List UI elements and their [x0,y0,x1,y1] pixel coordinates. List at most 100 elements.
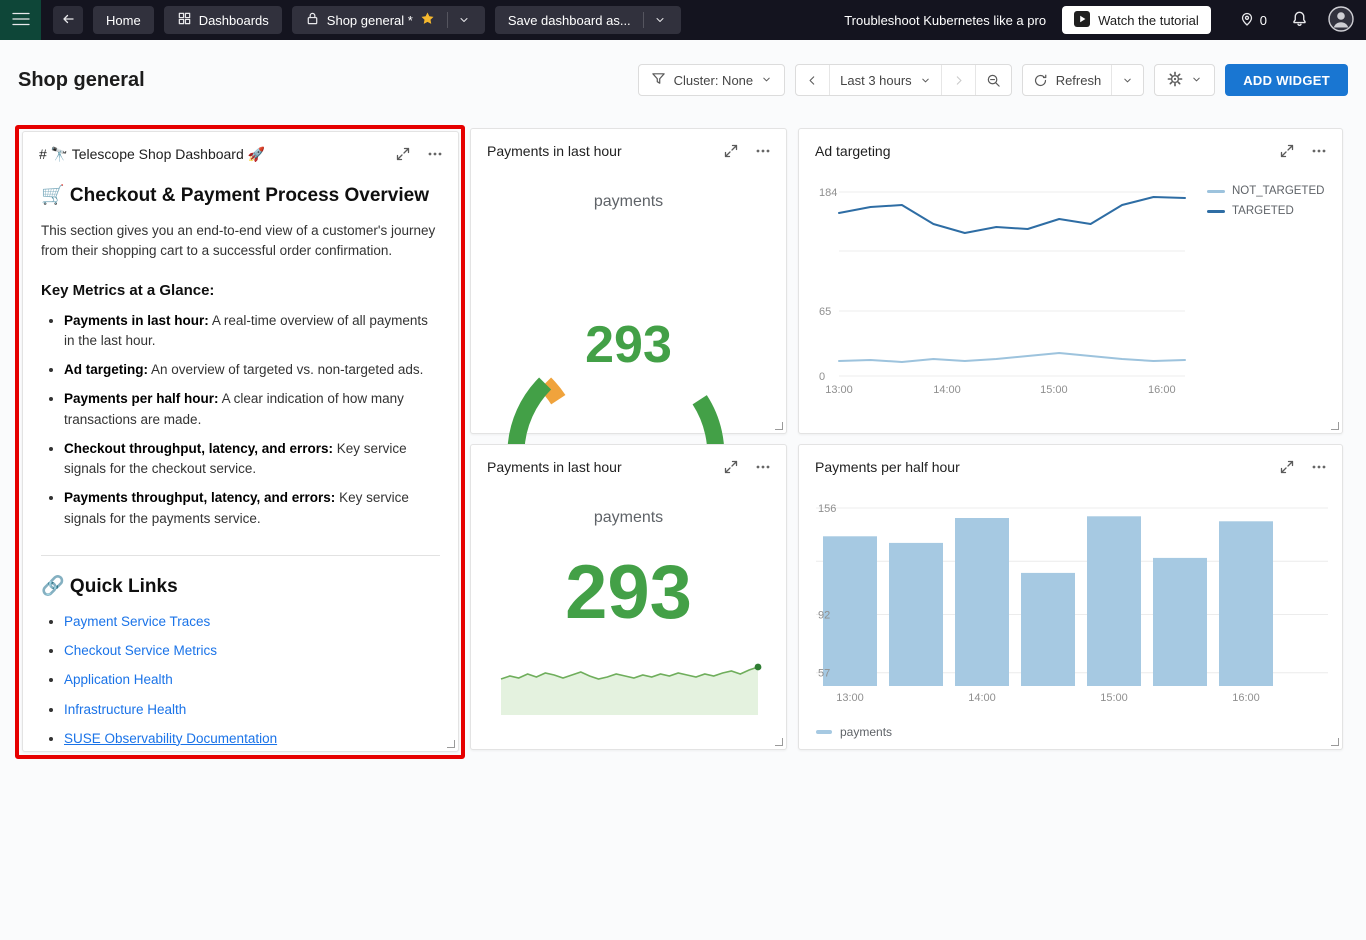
legend-label: NOT_TARGETED [1232,185,1324,197]
svg-text:156: 156 [818,503,836,515]
payments-gauge-widget: Payments in last hour payments 293 [470,128,787,434]
list-item: Infrastructure Health [64,700,440,720]
link-application-health[interactable]: Application Health [64,672,173,687]
expand-widget-button[interactable] [722,142,740,160]
widget-menu-button[interactable] [1310,458,1328,476]
svg-text:16:00: 16:00 [1148,384,1176,396]
svg-text:57: 57 [818,668,830,680]
list-item: Checkout throughput, latency, and errors… [64,439,440,480]
resize-handle[interactable] [1331,422,1339,430]
legend-label: payments [840,725,892,739]
button-divider [447,12,448,28]
cluster-filter-label: Cluster: None [674,73,753,88]
expand-widget-button[interactable] [1278,458,1296,476]
widget-menu-button[interactable] [754,458,772,476]
widget-title: Payments in last hour [487,459,622,475]
ellipsis-icon [1311,143,1327,159]
metrics-heading: Key Metrics at a Glance: [41,282,440,299]
cluster-filter-button[interactable]: Cluster: None [638,64,785,96]
ellipsis-icon [1311,459,1327,475]
expand-widget-button[interactable] [394,145,412,163]
legend-label: TARGETED [1232,205,1294,217]
bar-chart: 156925713:0014:0015:0016:00 [816,500,1336,706]
gauge-value: 293 [471,315,786,375]
link-payment-service-traces[interactable]: Payment Service Traces [64,614,210,629]
resize-handle[interactable] [775,738,783,746]
list-item: Ad targeting: An overview of targeted vs… [64,360,440,380]
svg-text:65: 65 [819,306,831,318]
widget-title: Payments in last hour [487,143,622,159]
resize-handle[interactable] [447,740,455,748]
user-avatar[interactable] [1328,6,1354,35]
favorite-star-icon[interactable] [420,11,435,29]
save-as-label: Save dashboard as... [508,13,631,28]
gear-icon [1167,71,1183,90]
time-range-group: Last 3 hours [795,64,1012,96]
pin-icon [1239,11,1255,30]
sparkline-chart [501,657,758,715]
list-item: SUSE Observability Documentation [64,729,440,749]
quick-links-heading: 🔗 Quick Links [41,574,440,598]
arrow-left-icon [60,11,76,30]
pinned-items-indicator[interactable]: 0 [1239,11,1267,30]
legend-swatch [1207,190,1225,193]
widget-menu-button[interactable] [426,145,444,163]
widget-menu-button[interactable] [1310,142,1328,160]
divider [41,555,440,556]
current-dashboard-tab[interactable]: Shop general * [292,6,485,34]
bar-chart-legend[interactable]: payments [816,725,892,739]
legend-item-not-targeted[interactable]: NOT_TARGETED [1207,185,1324,197]
promo-text: Troubleshoot Kubernetes like a pro [844,13,1046,28]
notifications-button[interactable] [1291,10,1308,30]
svg-text:16:00: 16:00 [1232,692,1260,704]
legend-swatch [1207,210,1225,213]
svg-text:0: 0 [819,371,825,383]
play-icon [1074,11,1090,30]
hamburger-menu-button[interactable] [0,0,41,40]
zoom-out-icon [986,73,1001,88]
page-title: Shop general [18,69,145,92]
svg-text:14:00: 14:00 [968,692,996,704]
link-suse-observability-docs[interactable]: SUSE Observability Documentation [64,731,277,746]
expand-widget-button[interactable] [1278,142,1296,160]
resize-handle[interactable] [775,422,783,430]
filter-funnel-icon [651,71,666,89]
expand-icon [723,459,739,475]
widget-menu-button[interactable] [754,142,772,160]
zoom-out-time-button[interactable] [975,65,1011,95]
expand-icon [1279,459,1295,475]
expand-widget-button[interactable] [722,458,740,476]
home-label: Home [106,13,141,28]
dashboard-tab-chevron[interactable] [456,14,472,26]
resize-handle[interactable] [1331,738,1339,746]
time-forward-button[interactable] [941,65,975,95]
link-checkout-service-metrics[interactable]: Checkout Service Metrics [64,643,217,658]
widget-title: Ad targeting [815,143,891,159]
ellipsis-icon [755,143,771,159]
add-widget-button[interactable]: ADD WIDGET [1225,64,1348,96]
watch-tutorial-button[interactable]: Watch the tutorial [1062,6,1211,34]
legend-swatch [816,730,832,734]
legend-item-targeted[interactable]: TARGETED [1207,205,1324,217]
link-infrastructure-health[interactable]: Infrastructure Health [64,702,186,717]
dashboard-settings-button[interactable] [1154,64,1215,96]
svg-text:14:00: 14:00 [933,384,961,396]
line-chart: 18465013:0014:0015:0016:00 [815,179,1197,401]
back-button[interactable] [53,6,83,34]
save-dashboard-as-button[interactable]: Save dashboard as... [495,6,681,34]
page-header: Shop general Cluster: None Last 3 hours [0,40,1366,120]
refresh-button[interactable]: Refresh [1023,65,1112,95]
time-back-button[interactable] [796,65,829,95]
ellipsis-icon [755,459,771,475]
dashboards-button[interactable]: Dashboards [164,6,282,34]
hamburger-icon [12,12,30,29]
series-label: payments [471,193,786,211]
overview-text: This section gives you an end-to-end vie… [41,221,440,262]
home-button[interactable]: Home [93,6,154,34]
add-widget-label: ADD WIDGET [1243,73,1330,88]
header-controls: Cluster: None Last 3 hours Refres [638,64,1348,96]
markdown-widget: # 🔭 Telescope Shop Dashboard 🚀 🛒 Checkou… [22,131,459,752]
save-as-chevron[interactable] [652,14,668,26]
refresh-options-chevron[interactable] [1111,65,1143,95]
time-range-button[interactable]: Last 3 hours [829,65,941,95]
